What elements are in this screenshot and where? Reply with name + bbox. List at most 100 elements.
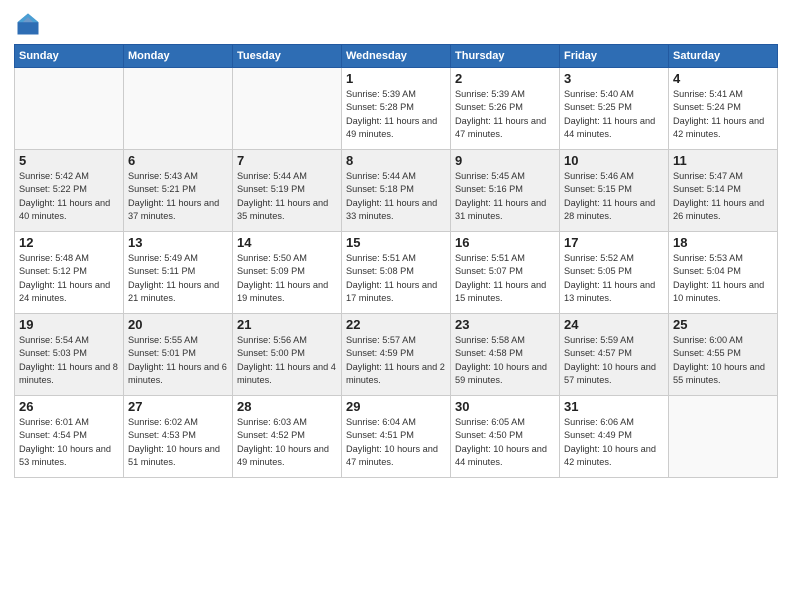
day-info: Sunrise: 5:56 AM Sunset: 5:00 PM Dayligh… <box>237 334 337 387</box>
calendar-cell: 26 Sunrise: 6:01 AM Sunset: 4:54 PM Dayli… <box>15 396 124 478</box>
calendar-cell: 22 Sunrise: 5:57 AM Sunset: 4:59 PM Dayli… <box>342 314 451 396</box>
calendar-cell: 31Sunrise: 6:06 AM Sunset: 4:49 PM Dayli… <box>560 396 669 478</box>
calendar-cell: 20 Sunrise: 5:55 AM Sunset: 5:01 PM Dayli… <box>124 314 233 396</box>
day-header-thursday: Thursday <box>451 45 560 68</box>
calendar-cell: 2 Sunrise: 5:39 AM Sunset: 5:26 PM Daylig… <box>451 68 560 150</box>
day-number: 16 <box>455 235 555 250</box>
day-number: 30 <box>455 399 555 414</box>
calendar-cell: 9Sunrise: 5:45 AM Sunset: 5:16 PM Daylig… <box>451 150 560 232</box>
day-info: Sunrise: 5:50 AM Sunset: 5:09 PM Dayligh… <box>237 252 337 305</box>
day-number: 13 <box>128 235 228 250</box>
day-number: 24 <box>564 317 664 332</box>
day-number: 5 <box>19 153 119 168</box>
day-info: Sunrise: 5:41 AM Sunset: 5:24 PM Dayligh… <box>673 88 773 141</box>
calendar-cell <box>669 396 778 478</box>
day-info: Sunrise: 5:42 AM Sunset: 5:22 PM Dayligh… <box>19 170 119 223</box>
week-row-4: 19Sunrise: 5:54 AM Sunset: 5:03 PM Dayli… <box>15 314 778 396</box>
week-row-3: 12Sunrise: 5:48 AM Sunset: 5:12 PM Dayli… <box>15 232 778 314</box>
day-number: 23 <box>455 317 555 332</box>
calendar-cell: 21 Sunrise: 5:56 AM Sunset: 5:00 PM Dayli… <box>233 314 342 396</box>
calendar-cell: 23 Sunrise: 5:58 AM Sunset: 4:58 PM Dayli… <box>451 314 560 396</box>
calendar-cell: 18Sunrise: 5:53 AM Sunset: 5:04 PM Dayli… <box>669 232 778 314</box>
calendar-cell: 16 Sunrise: 5:51 AM Sunset: 5:07 PM Dayli… <box>451 232 560 314</box>
day-info: Sunrise: 5:46 AM Sunset: 5:15 PM Dayligh… <box>564 170 664 223</box>
day-number: 6 <box>128 153 228 168</box>
calendar-cell: 15Sunrise: 5:51 AM Sunset: 5:08 PM Dayli… <box>342 232 451 314</box>
calendar-cell: 13Sunrise: 5:49 AM Sunset: 5:11 PM Dayli… <box>124 232 233 314</box>
calendar-cell <box>15 68 124 150</box>
day-info: Sunrise: 6:00 AM Sunset: 4:55 PM Dayligh… <box>673 334 773 387</box>
day-info: Sunrise: 5:43 AM Sunset: 5:21 PM Dayligh… <box>128 170 228 223</box>
day-number: 9 <box>455 153 555 168</box>
day-info: Sunrise: 5:57 AM Sunset: 4:59 PM Dayligh… <box>346 334 446 387</box>
calendar-cell <box>233 68 342 150</box>
day-number: 22 <box>346 317 446 332</box>
day-number: 19 <box>19 317 119 332</box>
day-number: 17 <box>564 235 664 250</box>
day-number: 3 <box>564 71 664 86</box>
day-header-friday: Friday <box>560 45 669 68</box>
header <box>14 10 778 38</box>
day-info: Sunrise: 5:55 AM Sunset: 5:01 PM Dayligh… <box>128 334 228 387</box>
calendar-cell: 24 Sunrise: 5:59 AM Sunset: 4:57 PM Dayli… <box>560 314 669 396</box>
week-row-1: 1 Sunrise: 5:39 AM Sunset: 5:28 PM Daylig… <box>15 68 778 150</box>
days-header-row: SundayMondayTuesdayWednesdayThursdayFrid… <box>15 45 778 68</box>
day-number: 21 <box>237 317 337 332</box>
calendar-cell: 8 Sunrise: 5:44 AM Sunset: 5:18 PM Daylig… <box>342 150 451 232</box>
day-number: 18 <box>673 235 773 250</box>
calendar-cell: 25 Sunrise: 6:00 AM Sunset: 4:55 PM Dayli… <box>669 314 778 396</box>
calendar-table: SundayMondayTuesdayWednesdayThursdayFrid… <box>14 44 778 478</box>
day-number: 10 <box>564 153 664 168</box>
day-info: Sunrise: 5:44 AM Sunset: 5:18 PM Dayligh… <box>346 170 446 223</box>
day-info: Sunrise: 5:59 AM Sunset: 4:57 PM Dayligh… <box>564 334 664 387</box>
day-number: 15 <box>346 235 446 250</box>
day-header-saturday: Saturday <box>669 45 778 68</box>
day-info: Sunrise: 5:39 AM Sunset: 5:28 PM Dayligh… <box>346 88 446 141</box>
day-number: 20 <box>128 317 228 332</box>
day-info: Sunrise: 5:58 AM Sunset: 4:58 PM Dayligh… <box>455 334 555 387</box>
day-info: Sunrise: 6:01 AM Sunset: 4:54 PM Dayligh… <box>19 416 119 469</box>
day-info: Sunrise: 5:39 AM Sunset: 5:26 PM Dayligh… <box>455 88 555 141</box>
day-number: 28 <box>237 399 337 414</box>
main-container: SundayMondayTuesdayWednesdayThursdayFrid… <box>0 0 792 486</box>
calendar-cell: 14Sunrise: 5:50 AM Sunset: 5:09 PM Dayli… <box>233 232 342 314</box>
day-info: Sunrise: 5:52 AM Sunset: 5:05 PM Dayligh… <box>564 252 664 305</box>
day-number: 2 <box>455 71 555 86</box>
day-info: Sunrise: 5:47 AM Sunset: 5:14 PM Dayligh… <box>673 170 773 223</box>
calendar-cell: 27 Sunrise: 6:02 AM Sunset: 4:53 PM Dayli… <box>124 396 233 478</box>
day-info: Sunrise: 6:02 AM Sunset: 4:53 PM Dayligh… <box>128 416 228 469</box>
calendar-cell: 29 Sunrise: 6:04 AM Sunset: 4:51 PM Dayli… <box>342 396 451 478</box>
calendar-cell <box>124 68 233 150</box>
calendar-cell: 19Sunrise: 5:54 AM Sunset: 5:03 PM Dayli… <box>15 314 124 396</box>
day-info: Sunrise: 5:40 AM Sunset: 5:25 PM Dayligh… <box>564 88 664 141</box>
day-number: 7 <box>237 153 337 168</box>
week-row-2: 5 Sunrise: 5:42 AM Sunset: 5:22 PM Daylig… <box>15 150 778 232</box>
week-row-5: 26 Sunrise: 6:01 AM Sunset: 4:54 PM Dayli… <box>15 396 778 478</box>
day-info: Sunrise: 6:03 AM Sunset: 4:52 PM Dayligh… <box>237 416 337 469</box>
day-info: Sunrise: 6:04 AM Sunset: 4:51 PM Dayligh… <box>346 416 446 469</box>
day-number: 25 <box>673 317 773 332</box>
day-number: 8 <box>346 153 446 168</box>
calendar-cell: 4 Sunrise: 5:41 AM Sunset: 5:24 PM Daylig… <box>669 68 778 150</box>
calendar-cell: 6 Sunrise: 5:43 AM Sunset: 5:21 PM Daylig… <box>124 150 233 232</box>
calendar-cell: 1 Sunrise: 5:39 AM Sunset: 5:28 PM Daylig… <box>342 68 451 150</box>
day-number: 12 <box>19 235 119 250</box>
day-info: Sunrise: 5:51 AM Sunset: 5:07 PM Dayligh… <box>455 252 555 305</box>
logo <box>14 10 46 38</box>
day-header-sunday: Sunday <box>15 45 124 68</box>
calendar-cell: 3 Sunrise: 5:40 AM Sunset: 5:25 PM Daylig… <box>560 68 669 150</box>
logo-icon <box>14 10 42 38</box>
day-header-wednesday: Wednesday <box>342 45 451 68</box>
day-info: Sunrise: 6:06 AM Sunset: 4:49 PM Dayligh… <box>564 416 664 469</box>
calendar-cell: 10 Sunrise: 5:46 AM Sunset: 5:15 PM Dayli… <box>560 150 669 232</box>
calendar-cell: 5 Sunrise: 5:42 AM Sunset: 5:22 PM Daylig… <box>15 150 124 232</box>
day-info: Sunrise: 5:44 AM Sunset: 5:19 PM Dayligh… <box>237 170 337 223</box>
day-info: Sunrise: 6:05 AM Sunset: 4:50 PM Dayligh… <box>455 416 555 469</box>
day-number: 29 <box>346 399 446 414</box>
day-number: 1 <box>346 71 446 86</box>
day-number: 26 <box>19 399 119 414</box>
day-number: 4 <box>673 71 773 86</box>
day-number: 27 <box>128 399 228 414</box>
calendar-cell: 12Sunrise: 5:48 AM Sunset: 5:12 PM Dayli… <box>15 232 124 314</box>
calendar-cell: 28 Sunrise: 6:03 AM Sunset: 4:52 PM Dayli… <box>233 396 342 478</box>
